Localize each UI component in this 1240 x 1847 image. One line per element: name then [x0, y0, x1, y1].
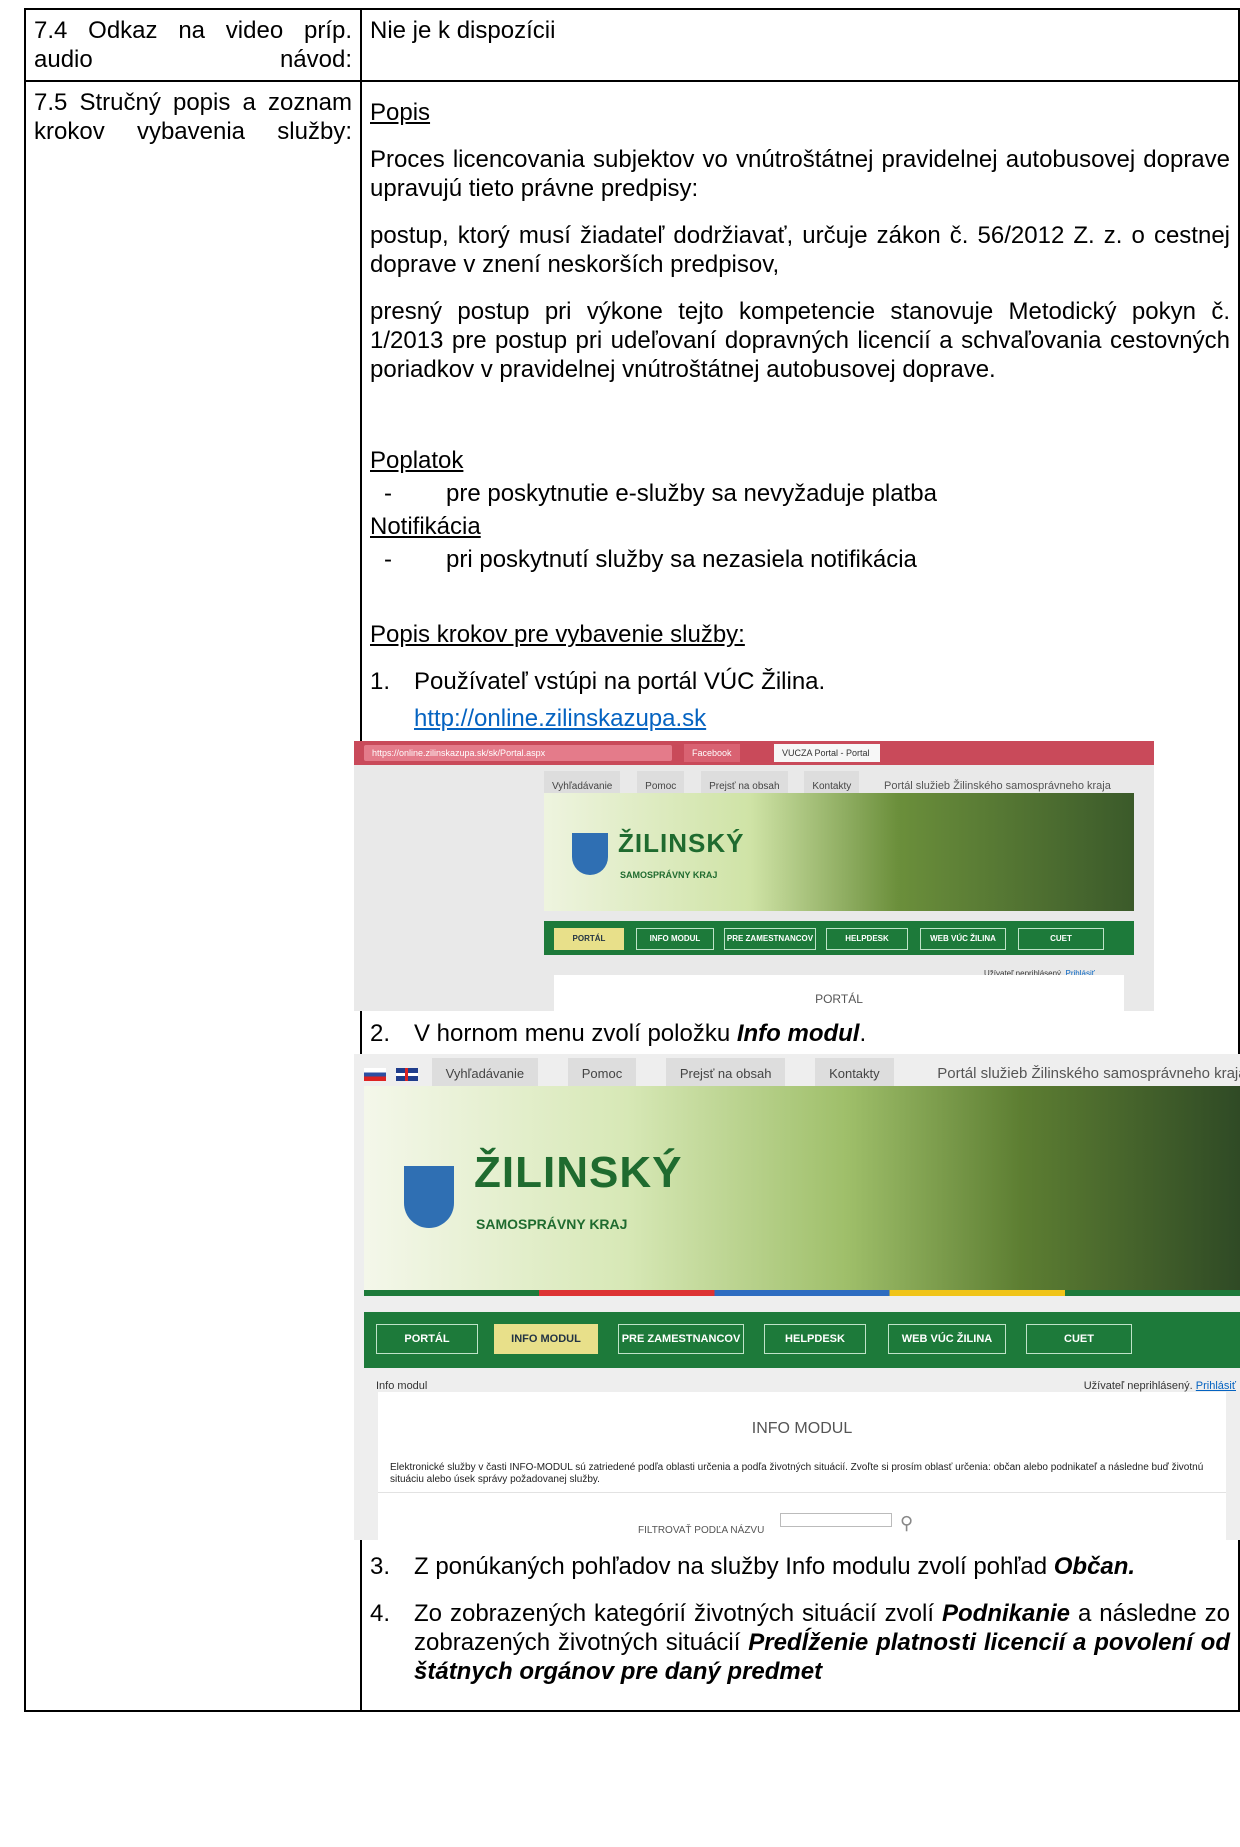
portal-title: Portál služieb Žilinského samosprávneho … — [937, 1065, 1240, 1082]
tab-facebook[interactable]: Facebook — [684, 744, 740, 762]
row-7-4-value: Nie je k dispozícii — [360, 8, 1240, 82]
step-text: Zo zobrazených kategórií životných situá… — [414, 1600, 942, 1627]
step-number: 2. — [370, 1020, 391, 1047]
nav-info-modul[interactable]: INFO MODUL — [636, 928, 714, 950]
tab-active[interactable]: VUCZA Portal - Portal — [774, 744, 880, 762]
step-emphasis: Občan. — [1053, 1553, 1136, 1580]
step-2: 2. V hornom menu zvolí položku Info modu… — [370, 1019, 1230, 1048]
nav-portal[interactable]: PORTÁL — [376, 1324, 478, 1354]
search-link[interactable]: Vyhľadávanie — [431, 1058, 539, 1089]
step-number: 4. — [370, 1600, 391, 1627]
step-text-end: . — [859, 1020, 867, 1047]
step-1: 1. Používateľ vstúpi na portál VÚC Žilin… — [370, 667, 1230, 696]
color-stripe — [364, 1290, 1240, 1296]
brand-name: ŽILINSKÝ — [474, 1148, 683, 1197]
divider — [378, 1492, 1226, 1493]
notifikacia-text: pri poskytnutí služby sa nezasiela notif… — [446, 546, 917, 573]
row-7-4-label-text: 7.4 Odkaz na video príp. audio návod: — [34, 17, 352, 73]
steps-heading: Popis krokov pre vybavenie služby: — [370, 621, 745, 648]
info-toplinks: Vyhľadávanie Pomoc Prejsť na obsah Konta… — [364, 1058, 1240, 1089]
brand-subtitle: SAMOSPRÁVNY KRAJ — [620, 870, 718, 880]
nav-web-vuc[interactable]: WEB VÚC ŽILINA — [888, 1324, 1006, 1354]
dash-bullet: - — [384, 546, 392, 573]
dash-bullet: - — [384, 480, 392, 507]
row-7-4-label: 7.4 Odkaz na video príp. audio návod: — [24, 8, 362, 82]
row-7-5-label: 7.5 Stručný popis a zoznam krokov vybave… — [24, 80, 362, 1712]
step-text: Používateľ vstúpi na portál VÚC Žilina. — [414, 668, 826, 695]
nav-portal[interactable]: PORTÁL — [554, 928, 624, 950]
step-4: 4. Zo zobrazených kategórií životných si… — [370, 1599, 1230, 1686]
nav-pre-zamestnancov[interactable]: PRE ZAMESTNANCOV — [724, 928, 816, 950]
paragraph-2: postup, ktorý musí žiadateľ dodržiavať, … — [370, 222, 1230, 278]
portal-content: PORTÁL — [554, 975, 1124, 1011]
content-title: PORTÁL — [815, 992, 863, 1006]
step-number: 1. — [370, 668, 391, 695]
filter-label: FILTROVAŤ PODĽA NÁZVU — [638, 1525, 765, 1536]
skip-link[interactable]: Prejsť na obsah — [665, 1058, 786, 1089]
brand-name: ŽILINSKÝ — [618, 828, 745, 858]
step-3: 3. Z ponúkaných pohľadov na služby Info … — [370, 1552, 1230, 1581]
notifikacia-heading: Notifikácia — [370, 513, 481, 540]
nav-info-modul[interactable]: INFO MODUL — [494, 1324, 598, 1354]
info-navbar: PORTÁL INFO MODUL PRE ZAMESTNANCOV HELPD… — [364, 1312, 1240, 1368]
crest-icon — [572, 833, 608, 875]
content-title: INFO MODUL — [751, 1420, 853, 1437]
screenshot-info-modul: Vyhľadávanie Pomoc Prejsť na obsah Konta… — [354, 1054, 1240, 1540]
portal-navbar: PORTÁL INFO MODUL PRE ZAMESTNANCOV HELPD… — [544, 921, 1134, 955]
nav-web-vuc[interactable]: WEB VÚC ŽILINA — [920, 928, 1006, 950]
service-table: 7.4 Odkaz na video príp. audio návod: Ni… — [24, 8, 1240, 1712]
step-emphasis: Info modul — [736, 1020, 860, 1047]
step-text: V hornom menu zvolí položku — [414, 1020, 737, 1047]
search-icon[interactable]: ⚲ — [900, 1509, 913, 1538]
screenshot-portal: https://online.zilinskazupa.sk/sk/Portal… — [354, 741, 1154, 1011]
paragraph-1: Proces licencovania subjektov vo vnútroš… — [370, 146, 1230, 202]
help-link[interactable]: Pomoc — [567, 1058, 637, 1089]
nav-pre-zamestnancov[interactable]: PRE ZAMESTNANCOV — [618, 1324, 744, 1354]
row-7-5-content: Popis Proces licencovania subjektov vo v… — [354, 80, 1240, 1712]
row-7-5-label-text: 7.5 Stručný popis a zoznam krokov vybave… — [34, 89, 352, 145]
flag-sk-icon[interactable] — [364, 1068, 386, 1082]
nav-cuet[interactable]: CUET — [1026, 1324, 1132, 1354]
notifikacia-item: - pri poskytnutí služby sa nezasiela not… — [370, 545, 1230, 574]
portal-banner: ŽILINSKÝ SAMOSPRÁVNY KRAJ — [544, 793, 1134, 911]
poplatok-heading: Poplatok — [370, 447, 464, 474]
info-banner: ŽILINSKÝ SAMOSPRÁVNY KRAJ — [364, 1086, 1240, 1296]
poplatok-text: pre poskytnutie e-služby sa nevyžaduje p… — [446, 480, 937, 507]
brand-subtitle: SAMOSPRÁVNY KRAJ — [476, 1216, 628, 1232]
poplatok-item: - pre poskytnutie e-služby sa nevyžaduje… — [370, 479, 1230, 508]
step-1-link-wrap: http://online.zilinskazupa.sk — [370, 704, 1230, 733]
crest-icon — [404, 1166, 454, 1228]
login-link[interactable]: Prihlásiť — [1196, 1380, 1236, 1392]
step-number: 3. — [370, 1553, 391, 1580]
step-text: Z ponúkaných pohľadov na služby Info mod… — [414, 1553, 1054, 1580]
row-7-5: 7.5 Stručný popis a zoznam krokov vybave… — [24, 80, 1240, 1712]
flag-uk-icon[interactable] — [396, 1068, 418, 1082]
contacts-link[interactable]: Kontakty — [815, 1058, 894, 1089]
filter-input[interactable] — [780, 1513, 892, 1527]
info-content: INFO MODUL Elektronické služby v časti I… — [378, 1392, 1226, 1540]
nav-helpdesk[interactable]: HELPDESK — [826, 928, 908, 950]
content-description: Elektronické služby v časti INFO-MODUL s… — [390, 1462, 1204, 1485]
nav-cuet[interactable]: CUET — [1018, 928, 1104, 950]
popis-heading: Popis — [370, 99, 431, 126]
login-text: Užívateľ neprihlásený. — [1083, 1380, 1193, 1392]
paragraph-3: presný postup pri výkone tejto kompetenc… — [370, 298, 1230, 383]
portal-link[interactable]: http://online.zilinskazupa.sk — [414, 705, 706, 732]
nav-helpdesk[interactable]: HELPDESK — [764, 1324, 866, 1354]
browser-url[interactable]: https://online.zilinskazupa.sk/sk/Portal… — [364, 745, 672, 761]
step-emphasis: Podnikanie — [941, 1600, 1071, 1627]
row-7-4: 7.4 Odkaz na video príp. audio návod: Ni… — [24, 8, 1240, 82]
